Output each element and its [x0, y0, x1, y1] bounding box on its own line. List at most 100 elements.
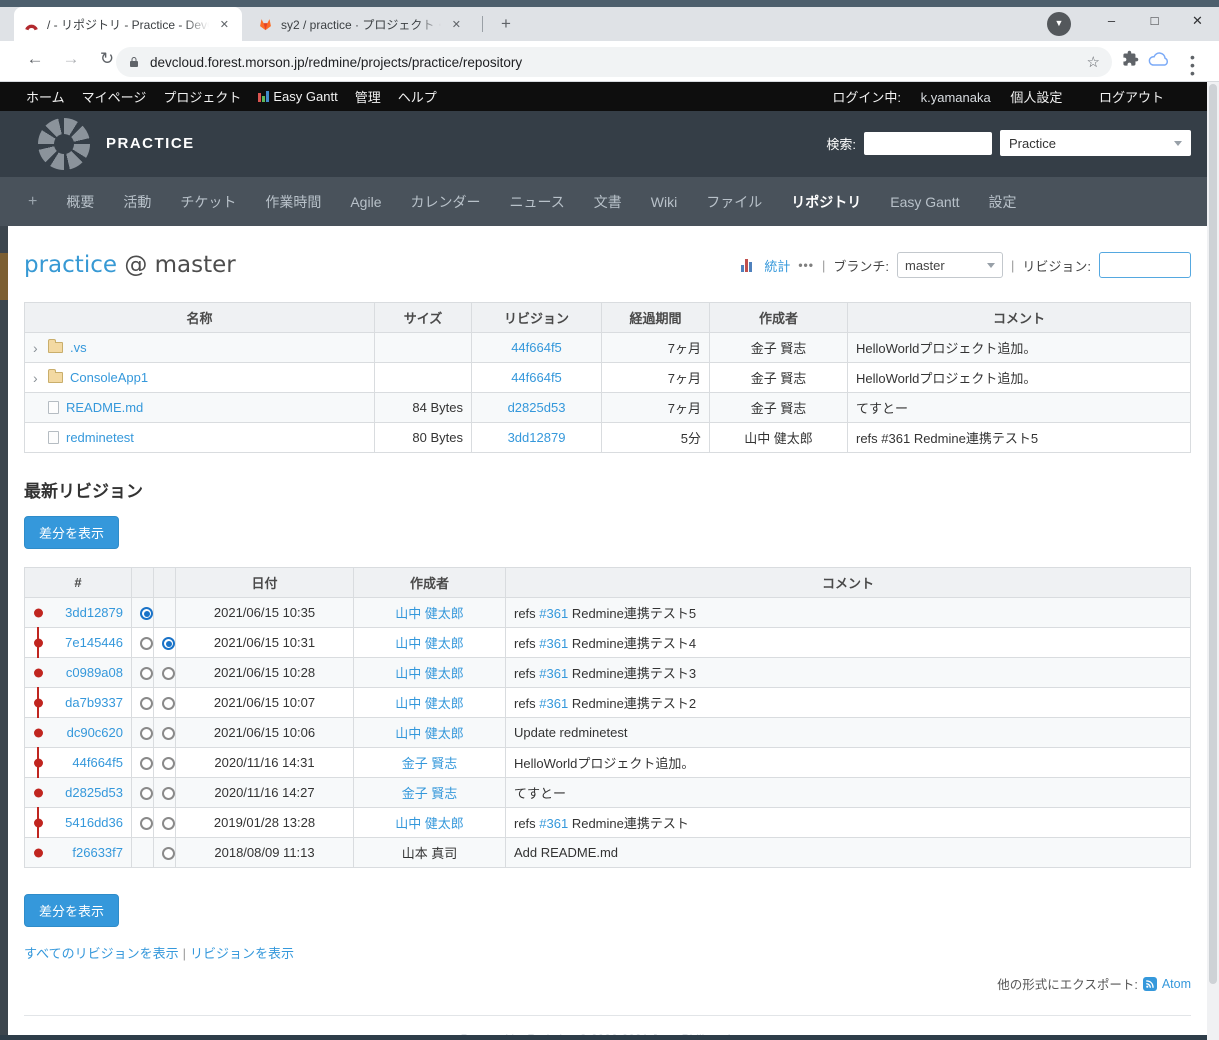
nav-repository[interactable]: リポジトリ: [791, 192, 861, 212]
diff-to-radio[interactable]: [162, 787, 175, 800]
issue-link[interactable]: #361: [539, 666, 568, 681]
diff-to-radio[interactable]: [162, 697, 175, 710]
view-diff-button[interactable]: 差分を表示: [24, 894, 119, 927]
revision-link[interactable]: 44f664f5: [511, 370, 562, 385]
revision-link[interactable]: da7b9337: [65, 695, 123, 710]
tab-search-button[interactable]: ▼: [1047, 12, 1071, 36]
extensions-puzzle-icon[interactable]: [1122, 50, 1139, 72]
nav-settings[interactable]: 設定: [989, 192, 1017, 212]
revision-link[interactable]: 44f664f5: [511, 340, 562, 355]
browser-tab-active[interactable]: / - リポジトリ - Practice - DevCloud ✕: [14, 7, 242, 41]
atom-link[interactable]: Atom: [1162, 977, 1191, 991]
revision-link[interactable]: d2825d53: [508, 400, 566, 415]
nav-files[interactable]: ファイル: [706, 192, 762, 212]
menu-mypage[interactable]: マイページ: [82, 87, 147, 106]
diff-from-radio[interactable]: [140, 607, 153, 620]
nav-wiki[interactable]: Wiki: [651, 194, 677, 210]
stats-link[interactable]: 統計: [764, 256, 790, 275]
author-link[interactable]: 山中 健太郎: [395, 696, 464, 711]
file-link[interactable]: README.md: [66, 400, 143, 415]
cloud-extension-icon[interactable]: [1148, 52, 1170, 72]
nav-agile[interactable]: Agile: [350, 194, 381, 210]
nav-activity[interactable]: 活動: [123, 192, 151, 212]
menu-admin[interactable]: 管理: [355, 87, 381, 106]
nav-overview[interactable]: 概要: [66, 192, 94, 212]
tab-close-icon[interactable]: ✕: [449, 16, 464, 33]
new-tab-button[interactable]: +: [494, 12, 518, 36]
issue-link[interactable]: #361: [539, 606, 568, 621]
diff-from-radio[interactable]: [140, 637, 153, 650]
nav-news[interactable]: ニュース: [509, 192, 564, 212]
revision-link[interactable]: 44f664f5: [72, 755, 123, 770]
logged-user[interactable]: k.yamanaka: [921, 90, 991, 105]
author-link[interactable]: 山中 健太郎: [395, 726, 464, 741]
back-button[interactable]: ←: [22, 49, 48, 69]
show-all-revisions-link[interactable]: すべてのリビジョンを表示: [24, 946, 179, 961]
show-revisions-link[interactable]: リビジョンを表示: [190, 946, 294, 961]
revision-link[interactable]: 5416dd36: [65, 815, 123, 830]
revision-link[interactable]: d2825d53: [65, 785, 123, 800]
file-link[interactable]: .vs: [70, 340, 87, 355]
revision-link[interactable]: 3dd12879: [65, 605, 123, 620]
nav-new-object[interactable]: +: [28, 193, 37, 211]
diff-from-radio[interactable]: [140, 697, 153, 710]
author-link[interactable]: 金子 賢志: [402, 786, 458, 801]
nav-easy-gantt[interactable]: Easy Gantt: [890, 194, 959, 210]
expand-chevron-icon[interactable]: ›: [33, 343, 41, 353]
scrollbar-thumb[interactable]: [1209, 84, 1217, 984]
revision-input[interactable]: [1099, 252, 1191, 278]
diff-from-radio[interactable]: [140, 817, 153, 830]
menu-home[interactable]: ホーム: [26, 87, 65, 106]
search-input[interactable]: [864, 132, 992, 155]
forward-button[interactable]: →: [58, 49, 84, 69]
menu-help[interactable]: ヘルプ: [398, 87, 437, 106]
diff-from-radio[interactable]: [140, 787, 153, 800]
diff-from-radio[interactable]: [140, 727, 153, 740]
window-close-button[interactable]: ✕: [1176, 0, 1219, 41]
author-link[interactable]: 山中 健太郎: [395, 636, 464, 651]
menu-personal-settings[interactable]: 個人設定: [1010, 90, 1062, 105]
diff-to-radio[interactable]: [162, 667, 175, 680]
nav-calendar[interactable]: カレンダー: [410, 192, 480, 212]
bookmark-star-icon[interactable]: ☆: [1087, 53, 1100, 71]
author-link[interactable]: 山中 健太郎: [395, 606, 464, 621]
diff-to-radio[interactable]: [162, 817, 175, 830]
branch-select[interactable]: master: [897, 252, 1003, 278]
diff-from-radio[interactable]: [140, 757, 153, 770]
issue-link[interactable]: #361: [539, 636, 568, 651]
menu-easy-gantt[interactable]: Easy Gantt: [273, 89, 337, 104]
revision-link[interactable]: c0989a08: [66, 665, 123, 680]
tab-close-icon[interactable]: ✕: [217, 16, 232, 33]
nav-issues[interactable]: チケット: [180, 192, 236, 212]
url-text[interactable]: devcloud.forest.morson.jp/redmine/projec…: [150, 55, 1077, 70]
menu-logout[interactable]: ログアウト: [1099, 90, 1164, 105]
author-link[interactable]: 山中 健太郎: [395, 666, 464, 681]
author-link[interactable]: 山中 健太郎: [395, 816, 464, 831]
browser-tab-inactive[interactable]: sy2 / practice · プロジェクト・管理者 ✕: [248, 7, 474, 41]
author-link[interactable]: 金子 賢志: [402, 756, 458, 771]
diff-to-radio[interactable]: [162, 727, 175, 740]
browser-menu-icon[interactable]: •••: [1190, 53, 1195, 77]
menu-projects[interactable]: プロジェクト: [163, 87, 241, 106]
diff-to-radio[interactable]: [162, 847, 175, 860]
view-diff-button[interactable]: 差分を表示: [24, 516, 119, 549]
diff-to-radio[interactable]: [162, 637, 175, 650]
expand-chevron-icon[interactable]: ›: [33, 373, 41, 383]
nav-time[interactable]: 作業時間: [265, 192, 321, 212]
page-scrollbar[interactable]: [1207, 82, 1219, 1040]
window-minimize-button[interactable]: –: [1090, 0, 1133, 41]
revision-link[interactable]: 3dd12879: [508, 430, 566, 445]
more-actions-icon[interactable]: •••: [798, 258, 814, 272]
project-jump-select[interactable]: Practice: [1000, 130, 1191, 156]
diff-to-radio[interactable]: [162, 757, 175, 770]
revision-link[interactable]: 7e145446: [65, 635, 123, 650]
window-maximize-button[interactable]: □: [1133, 0, 1176, 41]
nav-documents[interactable]: 文書: [594, 192, 622, 212]
revision-link[interactable]: f26633f7: [72, 845, 123, 860]
issue-link[interactable]: #361: [539, 696, 568, 711]
issue-link[interactable]: #361: [539, 816, 568, 831]
diff-from-radio[interactable]: [140, 667, 153, 680]
file-link[interactable]: ConsoleApp1: [70, 370, 148, 385]
address-bar[interactable]: devcloud.forest.morson.jp/redmine/projec…: [116, 47, 1112, 77]
revision-link[interactable]: dc90c620: [67, 725, 123, 740]
